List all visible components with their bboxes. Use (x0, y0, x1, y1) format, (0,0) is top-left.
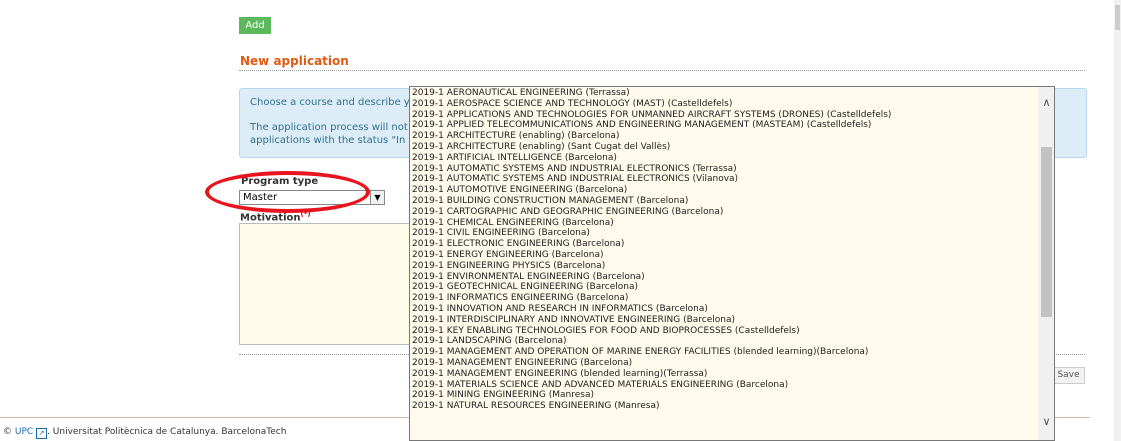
course-option[interactable]: 2019-1 AUTOMATIC SYSTEMS AND INDUSTRIAL … (412, 164, 1037, 175)
external-link-icon[interactable]: ↗ (36, 428, 48, 439)
course-option[interactable]: 2019-1 INTERDISCIPLINARY AND INNOVATIVE … (412, 315, 1037, 326)
course-option[interactable]: 2019-1 MINING ENGINEERING (Manresa) (412, 390, 1037, 401)
chevron-up-icon[interactable]: ∧ (1038, 94, 1054, 111)
upc-link[interactable]: UPC (15, 427, 33, 437)
info-line-2: The application process will not l (250, 122, 414, 133)
course-option[interactable]: 2019-1 CIVIL ENGINEERING (Barcelona) (412, 228, 1037, 239)
course-option[interactable]: 2019-1 ENERGY ENGINEERING (Barcelona) (412, 250, 1037, 261)
course-option[interactable]: 2019-1 AUTOMOTIVE ENGINEERING (Barcelona… (412, 185, 1037, 196)
save-button[interactable]: Save (1052, 367, 1085, 384)
dropdown-scrollbar[interactable]: ∧ ∨ (1038, 87, 1054, 440)
footer-text: . Universitat Politècnica de Catalunya. … (47, 427, 287, 437)
course-option[interactable]: 2019-1 MATERIALS SCIENCE AND ADVANCED MA… (412, 380, 1037, 391)
course-option[interactable]: 2019-1 ARCHITECTURE (enabling) (Barcelon… (412, 131, 1037, 142)
motivation-label: Motivation (240, 212, 301, 224)
course-option[interactable]: 2019-1 APPLICATIONS AND TECHNOLOGIES FOR… (412, 110, 1037, 121)
new-application-title: New application (240, 54, 349, 68)
footer: © UPC ↗. Universitat Politècnica de Cata… (3, 427, 286, 439)
course-option[interactable]: 2019-1 ENVIRONMENTAL ENGINEERING (Barcel… (412, 272, 1037, 283)
course-option[interactable]: 2019-1 MANAGEMENT AND OPERATION OF MARIN… (412, 347, 1037, 358)
course-option[interactable]: 2019-1 CHEMICAL ENGINEERING (Barcelona) (412, 218, 1037, 229)
course-option[interactable]: 2019-1 MANAGEMENT ENGINEERING (blended l… (412, 369, 1037, 380)
motivation-textarea[interactable] (239, 223, 411, 345)
chevron-down-icon[interactable]: ▼ (370, 191, 384, 204)
course-option[interactable]: 2019-1 KEY ENABLING TECHNOLOGIES FOR FOO… (412, 326, 1037, 337)
title-divider (239, 70, 1085, 71)
course-option[interactable]: 2019-1 ELECTRONIC ENGINEERING (Barcelona… (412, 239, 1037, 250)
course-option[interactable]: 2019-1 INNOVATION AND RESEARCH IN INFORM… (412, 304, 1037, 315)
dropdown-scrollbar-thumb[interactable] (1041, 147, 1052, 317)
add-button[interactable]: Add (239, 17, 271, 34)
course-options: 2019-1 AERONAUTICAL ENGINEERING (Terrass… (412, 88, 1037, 412)
chevron-down-icon[interactable]: ∨ (1038, 413, 1054, 430)
course-option[interactable]: 2019-1 AERONAUTICAL ENGINEERING (Terrass… (412, 88, 1037, 99)
course-option[interactable]: 2019-1 ARCHITECTURE (enabling) (Sant Cug… (412, 142, 1037, 153)
course-option[interactable]: 2019-1 MANAGEMENT ENGINEERING (Barcelona… (412, 358, 1037, 369)
info-line-1: Choose a course and describe yo (250, 97, 416, 108)
course-option[interactable]: 2019-1 AUTOMATIC SYSTEMS AND INDUSTRIAL … (412, 174, 1037, 185)
page-scrollbar[interactable] (1114, 0, 1121, 441)
course-option[interactable]: 2019-1 AEROSPACE SCIENCE AND TECHNOLOGY … (412, 99, 1037, 110)
course-option[interactable]: 2019-1 GEOTECHNICAL ENGINEERING (Barcelo… (412, 282, 1037, 293)
course-option[interactable]: 2019-1 CARTOGRAPHIC AND GEOGRAPHIC ENGIN… (412, 207, 1037, 218)
course-option[interactable]: 2019-1 NATURAL RESOURCES ENGINEERING (Ma… (412, 401, 1037, 412)
red-annotation-oval (205, 171, 370, 213)
course-option[interactable]: 2019-1 BUILDING CONSTRUCTION MANAGEMENT … (412, 196, 1037, 207)
course-option[interactable]: 2019-1 ARTIFICIAL INTELLIGENCE (Barcelon… (412, 153, 1037, 164)
page-scrollbar-thumb[interactable] (1115, 5, 1120, 30)
copyright-symbol: © (3, 427, 12, 437)
course-option[interactable]: 2019-1 APPLIED TELECOMMUNICATIONS AND EN… (412, 120, 1037, 131)
course-dropdown-list[interactable]: 2019-1 AERONAUTICAL ENGINEERING (Terrass… (409, 86, 1055, 441)
course-option[interactable]: 2019-1 INFORMATICS ENGINEERING (Barcelon… (412, 293, 1037, 304)
course-option[interactable]: 2019-1 ENGINEERING PHYSICS (Barcelona) (412, 261, 1037, 272)
course-option[interactable]: 2019-1 LANDSCAPING (Barcelona) (412, 336, 1037, 347)
info-line-3: applications with the status "In p (250, 135, 415, 146)
